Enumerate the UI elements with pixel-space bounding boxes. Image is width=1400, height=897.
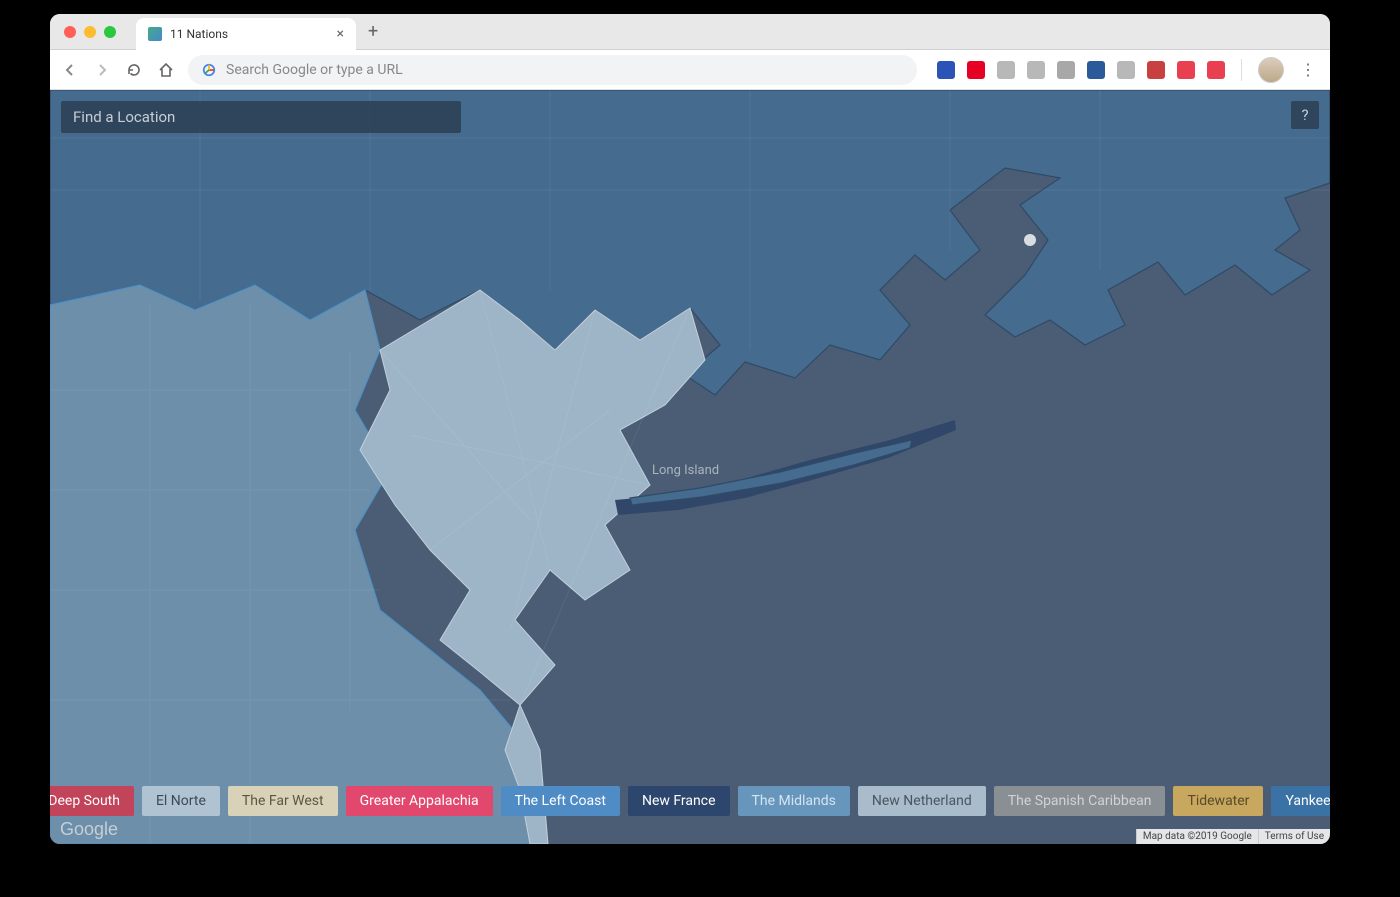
legend-item-new-netherland[interactable]: New Netherland <box>858 786 986 816</box>
browser-toolbar: Search Google or type a URL ⋮ <box>50 50 1330 90</box>
legend-item-the-far-west[interactable]: The Far West <box>228 786 338 816</box>
search-placeholder: Find a Location <box>73 108 175 126</box>
extension-ext4-icon[interactable] <box>1027 61 1045 79</box>
reload-button[interactable] <box>124 60 144 80</box>
extension-ext6-icon[interactable] <box>1087 61 1105 79</box>
titlebar: 11 Nations × + <box>50 14 1330 50</box>
map-attribution: Map data ©2019 Google Terms of Use <box>1136 829 1330 844</box>
terms-of-use-link[interactable]: Terms of Use <box>1258 829 1330 844</box>
map-data-attribution: Map data ©2019 Google <box>1136 829 1258 844</box>
legend-item-el-norte[interactable]: El Norte <box>142 786 220 816</box>
legend-item-tidewater[interactable]: Tidewater <box>1173 786 1263 816</box>
tab-close-button[interactable]: × <box>337 26 344 42</box>
google-logo: Google <box>60 819 118 840</box>
extension-ext8-icon[interactable] <box>1147 61 1165 79</box>
map-viewport[interactable]: Long Island Find a Location ? The Deep S… <box>50 90 1330 844</box>
legend-item-new-france[interactable]: New France <box>628 786 730 816</box>
back-button[interactable] <box>60 60 80 80</box>
legend-item-the-deep-south[interactable]: The Deep South <box>50 786 134 816</box>
legend-item-the-spanish-caribbean[interactable]: The Spanish Caribbean <box>994 786 1166 816</box>
help-label: ? <box>1301 106 1308 124</box>
legend-item-yankeedom[interactable]: Yankeedom <box>1271 786 1330 816</box>
browser-tab[interactable]: 11 Nations × <box>136 18 356 50</box>
map-canvas[interactable] <box>50 90 1330 844</box>
traffic-lights <box>50 26 116 38</box>
extension-drive-icon[interactable] <box>997 61 1015 79</box>
window-close-button[interactable] <box>64 26 76 38</box>
window-maximize-button[interactable] <box>104 26 116 38</box>
extensions-row <box>937 61 1225 79</box>
extension-pinterest-icon[interactable] <box>967 61 985 79</box>
extension-ext5-icon[interactable] <box>1057 61 1075 79</box>
extension-opera-icon[interactable] <box>1207 61 1225 79</box>
tab-favicon <box>148 27 162 41</box>
legend-item-the-left-coast[interactable]: The Left Coast <box>501 786 620 816</box>
google-icon <box>202 63 216 77</box>
legend-item-the-midlands[interactable]: The Midlands <box>738 786 850 816</box>
legend: The Deep South El Norte The Far West Greate… <box>50 786 1330 816</box>
extension-ext1-icon[interactable] <box>937 61 955 79</box>
toolbar-separator <box>1241 59 1242 81</box>
omnibox-placeholder: Search Google or type a URL <box>226 62 403 78</box>
profile-avatar[interactable] <box>1258 57 1284 83</box>
browser-window: 11 Nations × + Search Google or type a U… <box>50 14 1330 844</box>
tab-title: 11 Nations <box>170 27 228 41</box>
forward-button[interactable] <box>92 60 112 80</box>
address-bar[interactable]: Search Google or type a URL <box>188 55 917 85</box>
new-tab-button[interactable]: + <box>368 21 378 42</box>
help-button[interactable]: ? <box>1291 101 1319 129</box>
browser-menu-button[interactable]: ⋮ <box>1296 60 1320 79</box>
window-minimize-button[interactable] <box>84 26 96 38</box>
home-button[interactable] <box>156 60 176 80</box>
extension-pocket-icon[interactable] <box>1177 61 1195 79</box>
extension-ext7-icon[interactable] <box>1117 61 1135 79</box>
location-search-input[interactable]: Find a Location <box>61 101 461 133</box>
legend-item-greater-appalachia[interactable]: Greater Appalachia <box>346 786 493 816</box>
